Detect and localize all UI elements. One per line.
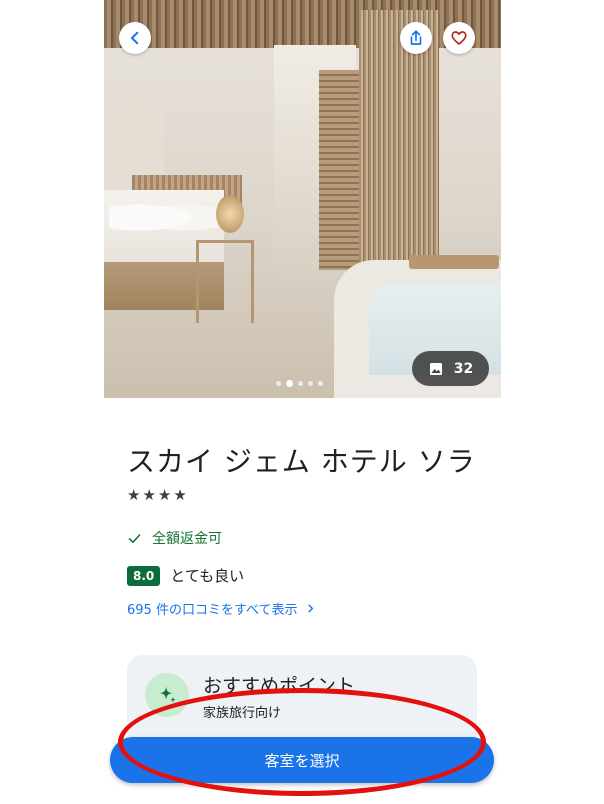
star-icon: ★ <box>127 486 141 504</box>
pager-dot[interactable] <box>298 381 303 386</box>
photo-count-button[interactable]: 32 <box>412 351 489 386</box>
star-icon: ★ <box>157 486 172 504</box>
heart-icon <box>451 31 467 45</box>
star-icon: ★ <box>173 486 187 504</box>
hotel-name: スカイ ジェム ホテル ソラ <box>127 445 476 478</box>
photo-bath-tray <box>409 255 499 269</box>
rating-score-badge: 8.0 <box>127 565 161 586</box>
guest-rating: 8.0 とても良い <box>127 565 244 586</box>
reviews-link-label: 695 件の口コミをすべて表示 <box>127 603 298 618</box>
chevron-left-icon <box>131 31 139 45</box>
rating-label: とても良い <box>170 567 245 585</box>
photo-shutter <box>319 70 359 270</box>
highlight-icon-badge <box>145 673 189 717</box>
sparkle-icon <box>159 686 176 703</box>
star-rating: ★ ★ ★ ★ <box>127 486 187 504</box>
refund-label: 全額返金可 <box>152 531 222 547</box>
pager-dot-active[interactable] <box>286 380 293 387</box>
photo-pillows <box>109 195 229 240</box>
highlight-subtitle: 家族旅行向け <box>203 706 282 721</box>
hotel-photo-carousel[interactable] <box>104 0 501 398</box>
carousel-pager <box>276 380 323 387</box>
photo-count-label: 32 <box>453 360 474 377</box>
pager-dot[interactable] <box>308 381 313 386</box>
image-gallery-icon <box>429 362 442 375</box>
pager-dot[interactable] <box>276 381 281 386</box>
pager-dot[interactable] <box>318 381 323 386</box>
photo-side-table <box>196 240 254 323</box>
chevron-right-icon <box>307 604 313 613</box>
share-button[interactable] <box>400 22 432 54</box>
share-icon <box>410 30 422 45</box>
photo-reed-screen <box>359 10 439 290</box>
select-room-button[interactable]: 客室を選択 <box>110 737 494 783</box>
check-icon <box>128 533 141 543</box>
favorite-button[interactable] <box>443 22 475 54</box>
back-button[interactable] <box>119 22 151 54</box>
reviews-link[interactable]: 695 件の口コミをすべて表示 <box>127 599 316 618</box>
photo-lamp <box>216 195 244 233</box>
photo-ceiling <box>104 0 501 48</box>
refund-policy: 全額返金可 <box>127 528 222 548</box>
star-icon: ★ <box>142 486 156 504</box>
highlight-title: おすすめポイント <box>203 675 356 697</box>
